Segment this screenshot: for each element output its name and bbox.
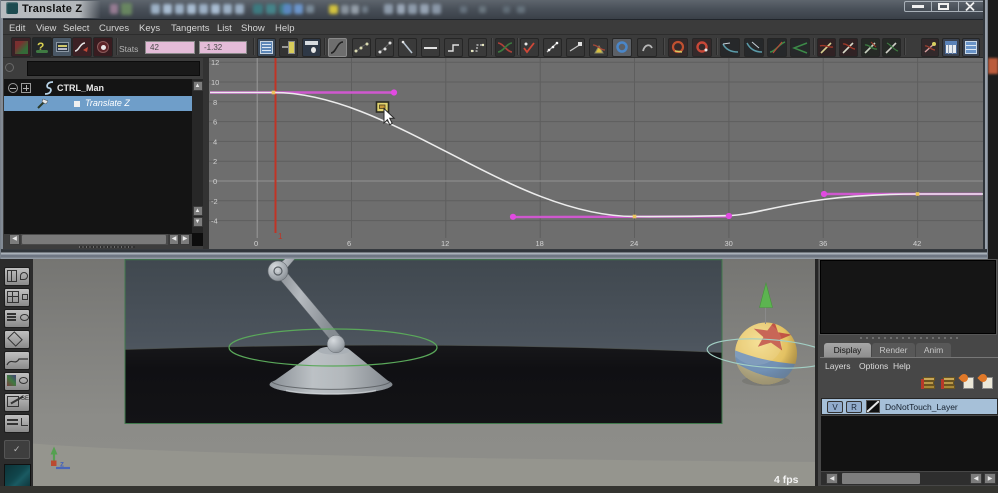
svg-text:24: 24 <box>630 239 638 248</box>
svg-text:1: 1 <box>278 232 283 241</box>
svg-text:10: 10 <box>211 78 219 87</box>
svg-text:4 fps: 4 fps <box>774 474 799 486</box>
svg-text:30: 30 <box>725 239 733 248</box>
svg-text:12: 12 <box>441 239 449 248</box>
svg-text:36: 36 <box>819 239 827 248</box>
svg-text:8: 8 <box>213 98 217 107</box>
svg-text:-4: -4 <box>211 217 218 226</box>
svg-text:18: 18 <box>536 239 544 248</box>
svg-text:4: 4 <box>213 137 217 146</box>
svg-text:z: z <box>60 460 64 469</box>
svg-text:42: 42 <box>913 239 921 248</box>
svg-text:2: 2 <box>213 157 217 166</box>
svg-text:6: 6 <box>213 118 217 127</box>
svg-text:-2: -2 <box>211 197 218 206</box>
svg-text:12: 12 <box>211 58 219 67</box>
svg-text:0: 0 <box>254 239 258 248</box>
svg-text:0: 0 <box>213 177 217 186</box>
svg-text:6: 6 <box>347 239 351 248</box>
